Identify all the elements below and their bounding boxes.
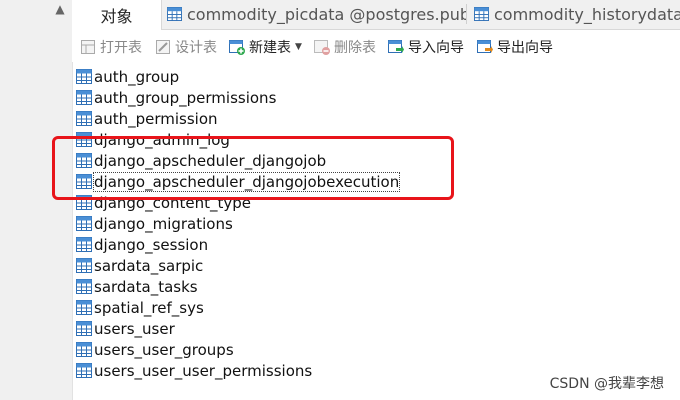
new-table-button[interactable]: 新建表 ▼ [229, 38, 302, 56]
table-item-django-session[interactable]: django_session [76, 234, 208, 255]
table-item-sardata-tasks[interactable]: sardata_tasks [76, 276, 198, 297]
table-icon [76, 342, 92, 357]
table-icon [474, 7, 489, 21]
table-name: users_user_groups [94, 340, 234, 359]
table-icon [76, 216, 92, 231]
design-table-icon [156, 40, 170, 54]
collapse-icon[interactable]: ▲ [52, 1, 68, 17]
table-item-users-user[interactable]: users_user [76, 318, 175, 339]
export-wizard-button[interactable]: 导出向导 [477, 38, 553, 56]
tab-objects-label: 对象 [100, 7, 133, 26]
tab-commodity-historydata-label: commodity_historydata @ [494, 4, 680, 24]
table-icon [76, 69, 92, 84]
delete-table-icon [314, 40, 330, 55]
table-item-users-user-groups[interactable]: users_user_groups [76, 339, 234, 360]
delete-table-label: 删除表 [334, 40, 376, 56]
import-wizard-label: 导入向导 [408, 40, 464, 56]
table-name: sardata_tasks [94, 277, 198, 296]
delete-table-button[interactable]: 删除表 [314, 38, 376, 56]
table-name: users_user [94, 319, 175, 338]
chevron-down-icon[interactable]: ▼ [295, 42, 302, 52]
left-panel: ▲ [0, 0, 73, 400]
table-name: users_user_user_permissions [94, 361, 313, 380]
table-icon [76, 363, 92, 378]
export-icon [477, 40, 493, 53]
new-table-label: 新建表 [249, 40, 291, 56]
table-name: auth_permission [94, 109, 218, 128]
table-icon [76, 111, 92, 126]
table-icon [76, 237, 92, 252]
table-item-auth-group[interactable]: auth_group [76, 66, 179, 87]
design-table-label: 设计表 [175, 40, 217, 56]
table-icon [76, 279, 92, 294]
tab-commodity-picdata-label: commodity_picdata @postgres.publ... [187, 4, 467, 24]
table-icon [76, 258, 92, 273]
table-icon [76, 90, 92, 105]
new-table-icon [229, 40, 245, 55]
table-item-spatial-ref-sys[interactable]: spatial_ref_sys [76, 297, 204, 318]
tab-objects[interactable]: 对象 [72, 0, 162, 30]
import-wizard-button[interactable]: 导入向导 [388, 38, 464, 56]
tab-bar: 对象 commodity_picdata @postgres.publ... c… [72, 0, 680, 30]
table-item-auth-permission[interactable]: auth_permission [76, 108, 218, 129]
table-icon [76, 321, 92, 336]
table-name: django_migrations [94, 214, 233, 233]
tab-commodity-historydata[interactable]: commodity_historydata @ [474, 0, 680, 28]
design-table-button[interactable]: 设计表 [155, 38, 217, 56]
table-item-django-migrations[interactable]: django_migrations [76, 213, 233, 234]
open-table-label: 打开表 [100, 40, 142, 56]
table-item-auth-group-permissions[interactable]: auth_group_permissions [76, 87, 276, 108]
open-table-icon [81, 40, 95, 54]
open-table-button[interactable]: 打开表 [80, 38, 142, 56]
tab-commodity-picdata[interactable]: commodity_picdata @postgres.publ... [167, 0, 467, 28]
table-icon [167, 7, 182, 21]
export-wizard-label: 导出向导 [497, 40, 553, 56]
table-name: sardata_sarpic [94, 256, 204, 275]
table-name: auth_group_permissions [94, 88, 277, 107]
toolbar: 打开表 设计表 新建表 ▼ 删除表 导入向导 导出向导 [72, 30, 680, 62]
table-name: spatial_ref_sys [94, 298, 204, 317]
watermark: CSDN @我辈李想 [549, 376, 664, 392]
table-name: django_session [94, 235, 209, 254]
import-icon [388, 40, 404, 53]
table-item-sardata-sarpic[interactable]: sardata_sarpic [76, 255, 203, 276]
table-item-users-user-user-permissions[interactable]: users_user_user_permissions [76, 360, 312, 381]
highlight-box [52, 136, 454, 200]
table-icon [76, 300, 92, 315]
table-name: auth_group [94, 67, 180, 86]
